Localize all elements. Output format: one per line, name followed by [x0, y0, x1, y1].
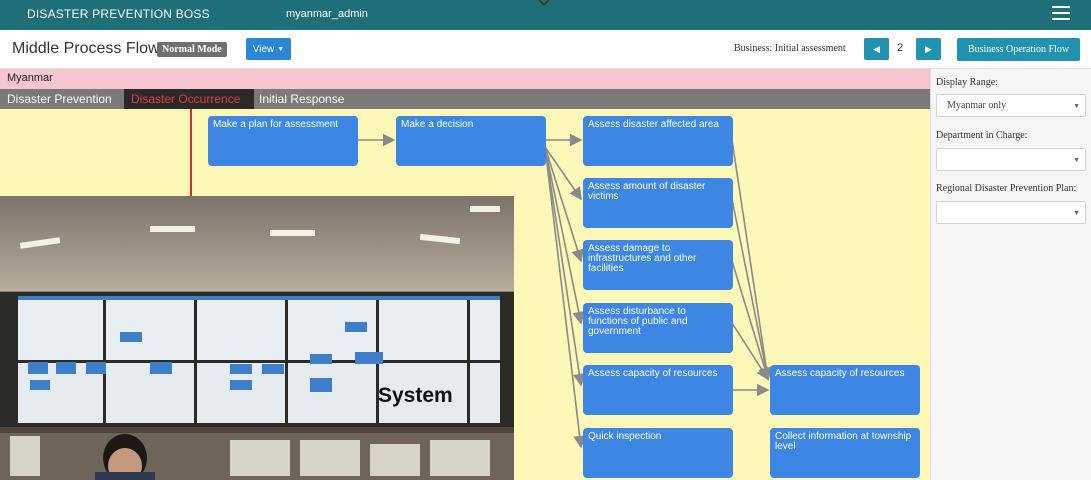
hamburger-menu-icon[interactable] — [1052, 6, 1070, 22]
edge-damage-to-resources — [731, 260, 771, 381]
department-label: Department in Charge: — [936, 130, 1028, 141]
display-range-label: Display Range: — [936, 77, 998, 88]
filter-panel: Display Range: Myanmar only ▼ Department… — [930, 69, 1091, 480]
user-name[interactable]: myanmar_admin — [286, 8, 368, 20]
edge-area-to-resources — [731, 139, 773, 381]
department-select[interactable]: ▼ — [936, 148, 1086, 171]
node-assess-disturbance[interactable]: Assess disturbance to functions of publi… — [583, 303, 733, 353]
phase-initial-response[interactable]: Initial Response — [254, 89, 374, 109]
node-assess-area[interactable]: Assess disaster affected area — [583, 116, 733, 166]
next-page-button[interactable]: ▶ — [916, 38, 941, 60]
photo-caption: System — [378, 384, 453, 407]
caret-down-icon: ▼ — [1073, 209, 1080, 217]
region-strip: Myanmar — [0, 69, 930, 89]
app-title: DISASTER PREVENTION BOSS — [27, 7, 210, 21]
mode-badge: Normal Mode — [157, 42, 227, 57]
phase-disaster-prevention[interactable]: Disaster Prevention — [0, 89, 124, 109]
control-room-illustration — [0, 196, 514, 480]
view-button-label: View — [252, 43, 275, 55]
phase-bar: Disaster Prevention Disaster Occurrence … — [0, 89, 930, 109]
node-assess-victims[interactable]: Assess amount of disaster victims — [583, 178, 733, 228]
region-label: Myanmar — [7, 72, 53, 84]
regional-plan-select[interactable]: ▼ — [936, 201, 1086, 224]
app-root: DISASTER PREVENTION BOSS myanmar_admin M… — [0, 0, 1091, 480]
toolbar: Middle Process Flow Normal Mode View ▼ B… — [0, 30, 1091, 69]
display-range-select[interactable]: Myanmar only ▼ — [936, 94, 1086, 117]
control-room-photo: System — [0, 196, 514, 480]
display-range-value: Myanmar only — [947, 100, 1007, 111]
node-assess-resources[interactable]: Assess capacity of resources — [583, 365, 733, 415]
chevron-left-icon: ◀ — [873, 43, 880, 54]
caret-down-icon: ▼ — [1073, 156, 1080, 164]
phase-disaster-occurrence[interactable]: Disaster Occurrence — [124, 89, 254, 109]
edge-decision-to-resources — [544, 146, 586, 387]
node-collect-info[interactable]: Collect information at township level — [770, 428, 920, 478]
node-quick-inspection[interactable]: Quick inspection — [583, 428, 733, 478]
node-make-plan[interactable]: Make a plan for assessment — [208, 116, 358, 166]
view-dropdown-button[interactable]: View ▼ — [246, 38, 291, 60]
node-make-decision[interactable]: Make a decision — [396, 116, 546, 166]
business-label: Business: Initial assessment — [734, 43, 846, 54]
caret-down-icon: ▼ — [1073, 102, 1080, 110]
page-title: Middle Process Flow — [12, 40, 160, 57]
edge-decision-to-damage — [544, 146, 584, 263]
business-operation-flow-button[interactable]: Business Operation Flow — [957, 38, 1080, 61]
previous-page-button[interactable]: ◀ — [864, 38, 889, 60]
chevron-down-icon — [538, 0, 550, 6]
node-assess-damage[interactable]: Assess damage to infrastructures and oth… — [583, 240, 733, 290]
chevron-right-icon: ▶ — [925, 43, 932, 54]
node-assess-resources-2[interactable]: Assess capacity of resources — [770, 365, 920, 415]
regional-plan-label: Regional Disaster Prevention Plan: — [936, 183, 1077, 194]
page-number: 2 — [897, 42, 904, 54]
caret-down-icon: ▼ — [277, 45, 285, 53]
